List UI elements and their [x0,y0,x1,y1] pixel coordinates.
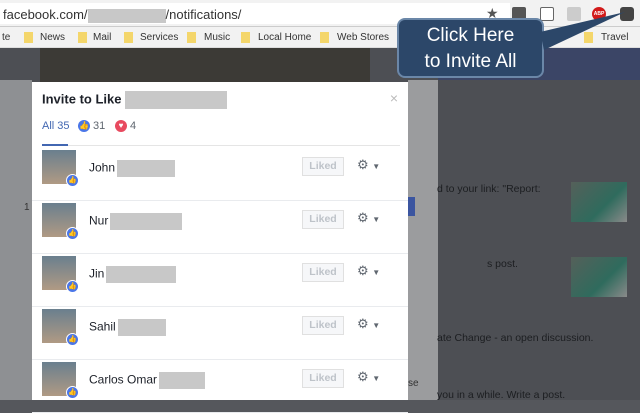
name-text: Nur [89,213,109,228]
liked-button[interactable]: Liked [302,263,344,282]
notification-thumbnail [571,182,627,222]
redacted-block [125,91,228,109]
like-badge-icon: 👍 [66,333,79,346]
invite-dialog: Invite to Like × All 35 👍 31 ♥ 4 👍 John Li… [32,82,408,413]
settings-gear-icon[interactable]: ⚙ ▼ [357,263,380,279]
like-badge-icon: 👍 [66,227,79,240]
person-row: 👍 Nur Liked ⚙ ▼ [32,201,408,254]
person-row: 👍 John Liked ⚙ ▼ [32,148,408,201]
name-text: John [89,160,116,175]
person-row: 👍 Carlos Omar Liked ⚙ ▼ [32,360,408,413]
like-badge-icon: 👍 [66,386,79,399]
name-text: Carlos Omar [89,372,158,387]
notification-thumbnail [571,257,627,297]
notification-text[interactable]: you in a while. Write a post. [437,389,565,401]
liked-button[interactable]: Liked [302,157,344,176]
side-number: 1 [24,202,30,213]
settings-gear-icon[interactable]: ⚙ ▼ [357,210,380,226]
like-badge-icon: 👍 [66,280,79,293]
name-text: Sahil [89,319,116,334]
tab-count: 4 [130,120,137,132]
left-column: 1 [0,80,32,400]
name-text: Jin [89,266,105,281]
settings-gear-icon[interactable]: ⚙ ▼ [357,157,380,173]
redacted-block [106,266,177,283]
person-name[interactable]: John [89,160,176,177]
redacted-block [110,213,183,230]
person-name[interactable]: Jin [89,266,177,283]
tab-like[interactable]: 👍 31 [78,120,106,133]
callout-pointer [540,12,625,50]
title-text: Invite to Like [42,91,122,107]
dialog-title: Invite to Like [42,91,228,109]
liked-button[interactable]: Liked [302,210,344,229]
liked-button[interactable]: Liked [302,369,344,388]
blue-button [408,197,415,216]
liked-button[interactable]: Liked [302,316,344,335]
settings-gear-icon[interactable]: ⚙ ▼ [357,316,380,332]
person-name[interactable]: Sahil [89,319,166,336]
redacted-block [117,160,176,177]
divider [68,145,400,146]
settings-gear-icon[interactable]: ⚙ ▼ [357,369,380,385]
tab-all[interactable]: All 35 [42,120,70,132]
page-column: se [408,80,438,400]
close-text: se [408,378,419,389]
close-icon[interactable]: × [390,90,398,106]
like-icon: 👍 [78,120,90,133]
person-row: 👍 Sahil Liked ⚙ ▼ [32,307,408,360]
redacted-block [117,319,166,336]
heart-icon: ♥ [115,120,127,133]
person-name[interactable]: Nur [89,213,183,230]
notification-text[interactable]: d to your link: "Report: [437,183,541,195]
person-name[interactable]: Carlos Omar [89,372,206,389]
person-row: 👍 Jin Liked ⚙ ▼ [32,254,408,307]
notification-text[interactable]: s post. [487,258,518,270]
tab-love[interactable]: ♥ 4 [115,120,137,133]
tab-count: 31 [93,120,106,132]
like-badge-icon: 👍 [66,174,79,187]
notification-text[interactable]: ate Change - an open discussion. [437,332,593,344]
active-tab-underline [42,144,68,146]
redacted-block [159,372,206,389]
